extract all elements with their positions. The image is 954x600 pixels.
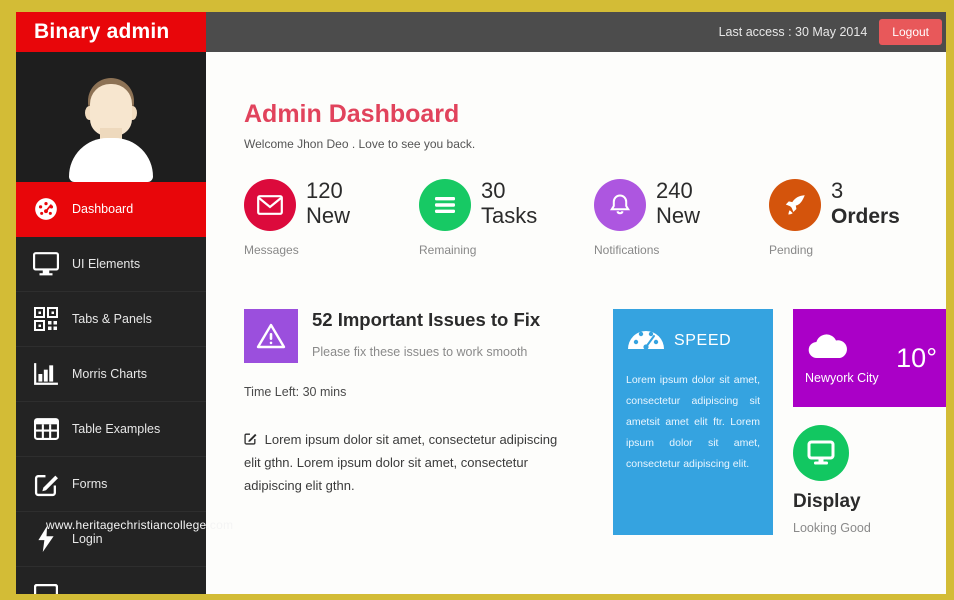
stat-caption: Notifications [594, 243, 660, 257]
stat-tasks[interactable]: 30 Tasks Remaining [419, 178, 594, 257]
window-icon [26, 584, 66, 594]
stat-caption: Pending [769, 243, 814, 257]
rocket-icon [769, 179, 821, 231]
sidebar-item-label: Dashboard [72, 202, 134, 216]
bell-icon [594, 179, 646, 231]
screenshot-frame: Binary admin Last access : 30 May 2014 L… [0, 0, 954, 600]
stat-value: 30 Tasks [481, 178, 538, 228]
qr-grid-icon [26, 307, 66, 331]
stat-caption: Messages [244, 243, 299, 257]
pencil-square-icon [26, 472, 66, 497]
stat-value: 120 New [306, 178, 351, 228]
welcome-text: Welcome Jhon Deo . Love to see you back. [244, 137, 476, 151]
sidebar-item-dashboard[interactable]: Dashboard [16, 182, 206, 237]
sidebar-item-label: UI Elements [72, 257, 141, 271]
issues-panel: 52 Important Issues to Fix Please fix th… [244, 309, 604, 535]
stat-value: 240 New [656, 178, 701, 228]
last-access-text: Last access : 30 May 2014 [718, 25, 868, 39]
logout-button[interactable]: Logout [879, 19, 942, 45]
pencil-square-icon [244, 432, 261, 447]
sidebar-item-label: Morris Charts [72, 367, 148, 381]
envelope-icon [244, 179, 296, 231]
app-window: Binary admin Last access : 30 May 2014 L… [16, 12, 946, 594]
warning-triangle-icon [244, 309, 298, 363]
monitor-icon [26, 252, 66, 276]
weather-tile[interactable]: Newyork City 10° [793, 309, 946, 407]
page-title: Admin Dashboard [244, 100, 460, 128]
time-left-text: Time Left: 30 mins [244, 385, 347, 399]
sidebar-item-label: Login [72, 532, 103, 546]
list-icon [419, 179, 471, 231]
speedometer-icon [626, 323, 666, 358]
sidebar-item-forms[interactable]: Forms [16, 457, 206, 512]
sidebar-item-table-examples[interactable]: Table Examples [16, 402, 206, 457]
sidebar-item-label: Table Examples [72, 422, 161, 436]
issues-title: 52 Important Issues to Fix [312, 309, 541, 330]
bar-chart-icon [26, 362, 66, 386]
stat-notifications[interactable]: 240 New Notifications [594, 178, 769, 257]
header-right-group: Last access : 30 May 2014 Logout [719, 12, 942, 52]
sidebar-item-partial[interactable] [16, 567, 206, 594]
sidebar-item-ui-elements[interactable]: UI Elements [16, 237, 206, 292]
speed-tile[interactable]: SPEED Lorem ipsum dolor sit amet, consec… [613, 309, 773, 535]
weather-temperature: 10° [896, 342, 937, 373]
speed-body-text: Lorem ipsum dolor sit amet, consectetur … [626, 374, 760, 470]
display-title: Display [793, 491, 861, 512]
brand-name: Binary admin [34, 20, 170, 43]
sidebar-item-label: Tabs & Panels [72, 312, 152, 326]
issues-subtitle: Please fix these issues to work smooth [312, 345, 528, 359]
display-subtitle: Looking Good [793, 521, 871, 535]
stat-caption: Remaining [419, 243, 477, 257]
table-grid-icon [26, 418, 66, 440]
stat-value: 3 Orders [831, 178, 900, 228]
avatar-body [69, 138, 153, 182]
display-tile[interactable]: Display Looking Good [793, 425, 946, 535]
sidebar-item-label: Forms [72, 477, 108, 491]
top-header-bar: Binary admin Last access : 30 May 2014 L… [16, 12, 946, 52]
avatar [16, 52, 206, 182]
brand-logo[interactable]: Binary admin [16, 12, 206, 52]
lower-section: 52 Important Issues to Fix Please fix th… [206, 309, 946, 535]
monitor-icon [793, 425, 849, 481]
dashboard-gauge-icon [26, 196, 66, 222]
watermark-text: www.heritagechristiancollege.com [46, 518, 234, 532]
cloud-icon [805, 334, 851, 366]
stats-row: 120 New Messages 30 Tasks Remaining 240 New… [244, 178, 944, 257]
speed-label: SPEED [674, 331, 732, 349]
right-column: Newyork City 10° Display Looking Good [793, 309, 946, 535]
sidebar-item-tabs-panels[interactable]: Tabs & Panels [16, 292, 206, 347]
sidebar-item-morris-charts[interactable]: Morris Charts [16, 347, 206, 402]
stat-orders[interactable]: 3 Orders Pending [769, 178, 944, 257]
weather-city: Newyork City [805, 370, 879, 385]
main-content: Admin Dashboard Welcome Jhon Deo . Love … [206, 52, 946, 594]
stat-messages[interactable]: 120 New Messages [244, 178, 419, 257]
issues-paragraph: Lorem ipsum dolor sit amet, consectetur … [244, 432, 558, 493]
